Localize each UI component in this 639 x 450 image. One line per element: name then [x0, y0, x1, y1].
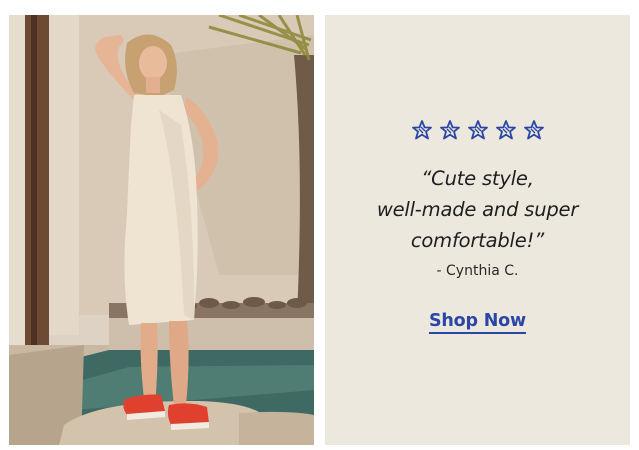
shop-now-link[interactable]: Shop Now — [429, 311, 526, 334]
product-photo[interactable] — [9, 15, 314, 445]
review-author: - Cynthia C. — [436, 263, 519, 279]
star-icon — [523, 120, 544, 140]
review-quote-line: comfortable!” — [410, 229, 545, 252]
star-icon — [439, 120, 460, 140]
review-quote-line: well-made and super — [376, 198, 579, 221]
review-quote-line: “Cute style, — [421, 167, 534, 190]
review-card: “Cute style, well-made and super comfort… — [325, 15, 630, 445]
review-quote: “Cute style, well-made and super comfort… — [325, 163, 630, 256]
star-icon — [495, 120, 516, 140]
review-banner: “Cute style, well-made and super comfort… — [0, 0, 639, 450]
star-icon — [411, 120, 432, 140]
cta-row: Shop Now — [325, 311, 630, 334]
star-rating — [325, 118, 630, 142]
star-icon — [467, 120, 488, 140]
